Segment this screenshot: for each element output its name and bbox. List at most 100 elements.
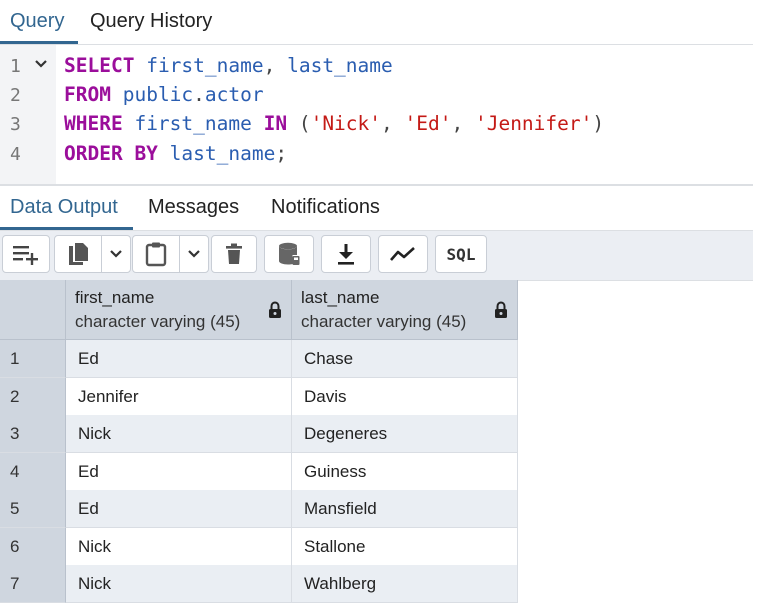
tab-messages[interactable]: Messages bbox=[148, 186, 239, 230]
table-row[interactable]: 5 Ed Mansfield bbox=[0, 490, 518, 528]
sql-button[interactable]: SQL bbox=[435, 235, 487, 273]
code-token: 'Ed' bbox=[404, 112, 452, 135]
table-row[interactable]: 2 Jennifer Davis bbox=[0, 378, 518, 416]
tab-query-history[interactable]: Query History bbox=[90, 0, 212, 44]
cell-last-name[interactable]: Davis bbox=[292, 378, 518, 416]
save-data-button[interactable] bbox=[264, 235, 314, 273]
line-number: 3 bbox=[10, 114, 21, 135]
row-number: 6 bbox=[0, 528, 66, 566]
code-token: WHERE bbox=[64, 112, 123, 135]
chevron-down-icon bbox=[188, 250, 200, 258]
column-name: last_name bbox=[301, 288, 380, 307]
cell-first-name[interactable]: Jennifer bbox=[66, 378, 292, 416]
row-number: 4 bbox=[0, 453, 66, 491]
row-number-header bbox=[0, 280, 66, 340]
column-type: character varying (45) bbox=[75, 312, 241, 331]
table-row[interactable]: 3 Nick Degeneres bbox=[0, 415, 518, 453]
cell-last-name[interactable]: Mansfield bbox=[292, 490, 518, 528]
sql-icon: SQL bbox=[446, 244, 476, 264]
cell-last-name[interactable]: Wahlberg bbox=[292, 565, 518, 603]
cell-first-name[interactable]: Nick bbox=[66, 565, 292, 603]
table-row[interactable]: 1 Ed Chase bbox=[0, 340, 518, 378]
download-icon bbox=[338, 244, 354, 265]
add-row-button[interactable] bbox=[2, 235, 50, 273]
code-token: ; bbox=[275, 142, 288, 165]
code-token: last_name bbox=[169, 142, 276, 165]
code-token: . bbox=[193, 83, 205, 106]
code-token: FROM bbox=[64, 83, 111, 106]
code-token: actor bbox=[204, 83, 264, 106]
code-token: first_name bbox=[134, 112, 252, 135]
cell-first-name[interactable]: Ed bbox=[66, 490, 292, 528]
column-name: first_name bbox=[75, 288, 155, 307]
graph-visualiser-button[interactable] bbox=[378, 235, 428, 273]
column-type: character varying (45) bbox=[301, 312, 467, 331]
lock-icon bbox=[495, 301, 507, 318]
code-line: ORDER BY last_name; bbox=[64, 142, 287, 165]
tab-query[interactable]: Query bbox=[10, 0, 64, 44]
code-token: last_name bbox=[287, 54, 393, 77]
cell-last-name[interactable]: Stallone bbox=[292, 528, 518, 566]
paste-options-dropdown[interactable] bbox=[179, 235, 209, 273]
code-token: , bbox=[381, 112, 405, 135]
column-header-last-name[interactable]: last_name character varying (45) bbox=[292, 280, 518, 340]
delete-row-button[interactable] bbox=[211, 235, 257, 273]
code-token: , bbox=[451, 112, 475, 135]
sql-editor[interactable]: 1 2 3 4 SELECT first_name, last_name FRO… bbox=[0, 45, 753, 184]
row-number: 1 bbox=[0, 340, 66, 378]
cell-first-name[interactable]: Ed bbox=[66, 340, 292, 378]
query-tabs-bar: Query Query History bbox=[0, 0, 753, 45]
code-token: first_name bbox=[146, 54, 264, 77]
row-number: 5 bbox=[0, 490, 66, 528]
paste-icon bbox=[145, 242, 167, 267]
code-line: SELECT first_name, last_name bbox=[64, 54, 393, 77]
cell-first-name[interactable]: Nick bbox=[66, 415, 292, 453]
add-row-icon bbox=[13, 246, 38, 265]
data-toolbar: SQL bbox=[0, 231, 753, 281]
line-gutter: 1 2 3 4 bbox=[0, 45, 56, 184]
code-token: ) bbox=[592, 112, 605, 135]
cell-first-name[interactable]: Ed bbox=[66, 453, 292, 491]
code-token: IN bbox=[263, 112, 288, 135]
code-token: ( bbox=[287, 112, 311, 135]
code-token: 'Jennifer' bbox=[474, 112, 593, 135]
graph-icon bbox=[390, 247, 415, 261]
code-line: WHERE first_name IN ('Nick', 'Ed', 'Jenn… bbox=[64, 112, 604, 135]
line-number: 1 bbox=[10, 56, 21, 77]
row-number: 7 bbox=[0, 565, 66, 603]
row-number: 3 bbox=[0, 415, 66, 453]
code-line: FROM public.actor bbox=[64, 83, 264, 106]
cell-last-name[interactable]: Degeneres bbox=[292, 415, 518, 453]
delete-icon bbox=[226, 243, 242, 264]
line-number: 2 bbox=[10, 85, 21, 106]
lock-icon bbox=[269, 301, 281, 318]
paste-button[interactable] bbox=[132, 235, 180, 273]
tab-notifications[interactable]: Notifications bbox=[271, 186, 380, 230]
tab-data-output[interactable]: Data Output bbox=[10, 186, 118, 230]
code-token: public bbox=[122, 83, 194, 106]
active-tab-indicator bbox=[0, 41, 78, 44]
row-number: 2 bbox=[0, 378, 66, 416]
code-token: 'Nick' bbox=[310, 112, 382, 135]
line-number: 4 bbox=[10, 144, 21, 165]
cell-last-name[interactable]: Guiness bbox=[292, 453, 518, 491]
column-header-first-name[interactable]: first_name character varying (45) bbox=[66, 280, 292, 340]
chevron-down-icon bbox=[110, 250, 122, 258]
copy-icon bbox=[69, 243, 88, 265]
cell-first-name[interactable]: Nick bbox=[66, 528, 292, 566]
active-output-tab-indicator bbox=[0, 227, 133, 230]
table-row[interactable]: 4 Ed Guiness bbox=[0, 453, 518, 491]
fold-chevron-icon[interactable] bbox=[34, 57, 48, 71]
copy-options-dropdown[interactable] bbox=[101, 235, 131, 273]
save-data-icon bbox=[279, 242, 300, 265]
download-button[interactable] bbox=[321, 235, 371, 273]
copy-button[interactable] bbox=[54, 235, 102, 273]
table-row[interactable]: 6 Nick Stallone bbox=[0, 528, 518, 566]
code-token: , bbox=[263, 54, 288, 77]
table-row[interactable]: 7 Nick Wahlberg bbox=[0, 565, 518, 603]
cell-last-name[interactable]: Chase bbox=[292, 340, 518, 378]
